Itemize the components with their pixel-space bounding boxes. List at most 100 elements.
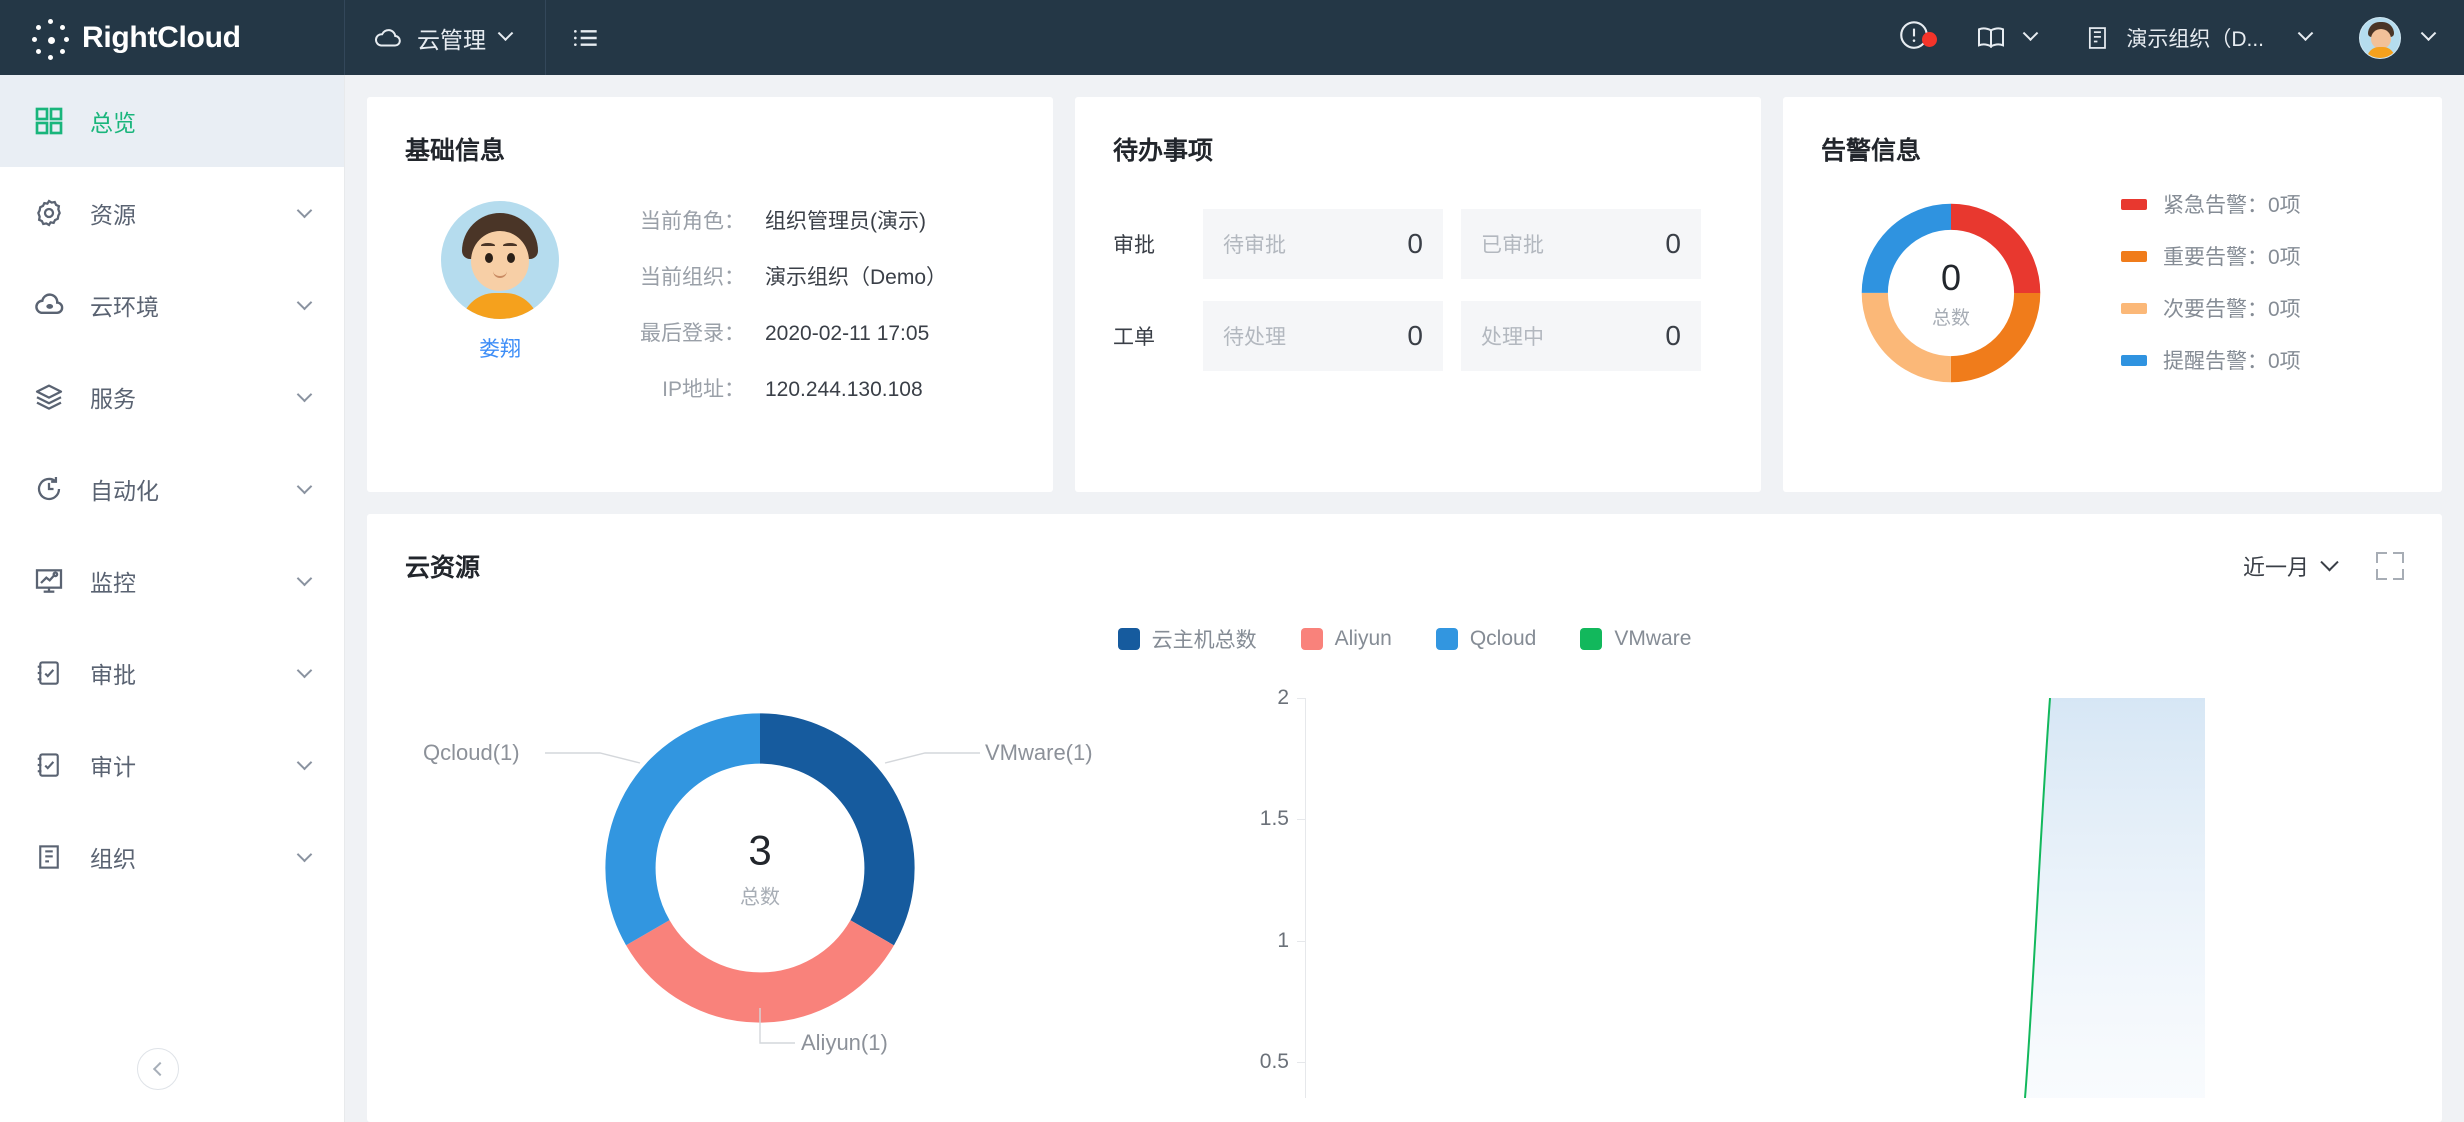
user-menu[interactable] [2335,0,2442,75]
legend-item-total-hosts[interactable]: 云主机总数 [1117,624,1257,654]
sidebar-item-monitoring[interactable]: 监控 [0,535,344,627]
chevron-down-icon [296,570,313,587]
period-selector[interactable]: 近一月 [2243,550,2339,582]
legend-item-aliyun[interactable]: Aliyun [1300,624,1392,654]
todo-box-value: 0 [1665,228,1681,259]
clock-sync-icon [30,473,68,505]
sidebar-item-approval[interactable]: 审批 [0,627,344,719]
legend-item-minor[interactable]: 次要告警：0项 [2121,293,2301,323]
todo-box-pending-process[interactable]: 待处理 0 [1203,301,1443,371]
todo-box-value: 0 [1407,228,1423,259]
legend-label: Aliyun [1334,627,1392,650]
list-menu-icon [574,29,597,46]
legend-item-urgent[interactable]: 紧急告警：0项 [2121,189,2301,219]
alerts-total-caption: 总数 [1931,307,1970,329]
sidebar-item-services[interactable]: 服务 [0,351,344,443]
organization-selector[interactable]: 演示组织（D... [2060,0,2335,75]
y-axis-tick: 2 [1277,686,1289,709]
legend-label: Qcloud [1469,627,1537,650]
info-value: 120.244.130.108 [765,378,923,401]
card-title: 云资源 [405,554,481,582]
legend-item-qcloud[interactable]: Qcloud [1435,624,1537,654]
todo-box-processing[interactable]: 处理中 0 [1461,301,1701,371]
line-series-path [2024,698,2205,1098]
card-title: 基础信息 [405,137,506,165]
alerts-card: 告警信息 0 总数 紧急告警：0项 重要告警：0项 次要告警：0项 提醒告警：0… [1783,97,2442,492]
user-name-link[interactable]: 娄翔 [479,333,521,363]
top-header: RightCloud 云管理 演示组织（D... [0,0,2464,75]
docs-button[interactable] [1951,0,2060,75]
alert-badge [1922,32,1938,47]
legend-swatch [1580,628,1603,650]
sidebar-item-organization[interactable]: 组织 [0,811,344,903]
user-avatar [441,201,559,319]
legend-swatch [2121,354,2147,366]
sidebar-item-resources[interactable]: 资源 [0,167,344,259]
fullscreen-expand-icon[interactable] [2376,552,2404,580]
cloud-resources-legend: 云主机总数 Aliyun Qcloud VMware [405,624,2404,654]
chevron-left-icon [152,1061,168,1077]
sidebar-item-label: 自动化 [90,478,159,504]
organization-label: 演示组织（D... [2126,27,2264,51]
info-row: 最后登录： 2020-02-11 17:05 [595,317,1015,347]
chevron-down-icon [296,294,313,311]
todo-box-value: 0 [1665,320,1681,351]
main-content: 基础信息 娄翔 当前角色： 组织管理员(演示) 当前组织： 演示组织（Demo）… [345,75,2464,1122]
sidebar: 总览 资源 云环境 服务 自动化 监控 审批 审计 组织 [0,75,345,1122]
cloud-management-selector[interactable]: 云管理 [345,0,545,75]
gear-icon [30,197,68,229]
chevron-down-icon [2297,25,2314,42]
pie-total-value: 3 [748,826,772,874]
todo-box-approved[interactable]: 已审批 0 [1461,209,1701,279]
building-icon [2089,26,2107,49]
legend-swatch [1117,628,1140,650]
book-icon [1978,26,2005,48]
todo-row-approval: 审批 待审批 0 已审批 0 [1113,209,1723,279]
chevron-down-icon [2023,25,2039,42]
top-cards-row: 基础信息 娄翔 当前角色： 组织管理员(演示) 当前组织： 演示组织（Demo）… [367,97,2442,492]
basic-info-card: 基础信息 娄翔 当前角色： 组织管理员(演示) 当前组织： 演示组织（Demo）… [367,97,1053,492]
legend-label: 提醒告警：0项 [2163,350,2301,373]
legend-label: 云主机总数 [1151,629,1257,652]
sidebar-item-label: 审批 [90,662,136,688]
sidebar-item-label: 组织 [90,846,136,872]
audit-icon [30,750,68,780]
info-label: 当前角色： [640,210,745,233]
alerts-total-value: 0 [1940,256,1962,298]
sidebar-item-overview[interactable]: 总览 [0,75,344,167]
sidebar-item-audit[interactable]: 审计 [0,719,344,811]
legend-item-vmware[interactable]: VMware [1580,624,1691,654]
sidebar-item-label: 云环境 [90,294,159,320]
cloud-icon [30,288,68,322]
legend-label: 次要告警：0项 [2163,298,2301,321]
cloud-icon [375,28,401,46]
sidebar-item-cloud-env[interactable]: 云环境 [0,259,344,351]
todo-row-ticket: 工单 待处理 0 处理中 0 [1113,301,1723,371]
legend-label: 紧急告警：0项 [2163,194,2301,217]
todo-box-pending-approval[interactable]: 待审批 0 [1203,209,1443,279]
sidebar-item-automation[interactable]: 自动化 [0,443,344,535]
alerts-legend: 紧急告警：0项 重要告警：0项 次要告警：0项 提醒告警：0项 [2121,189,2301,397]
chevron-down-icon [296,478,313,495]
brand-logo[interactable]: RightCloud [0,0,345,75]
card-title: 待办事项 [1113,137,1214,165]
chevron-down-icon [296,202,313,219]
legend-item-notice[interactable]: 提醒告警：0项 [2121,345,2301,375]
sidebar-collapse-button[interactable] [137,1048,179,1090]
legend-item-major[interactable]: 重要告警：0项 [2121,241,2301,271]
pie-total-caption: 总数 [740,886,780,909]
monitor-icon [30,565,68,597]
sidebar-item-label: 总览 [90,110,136,136]
menu-toggle-button[interactable] [546,0,626,75]
sidebar-item-label: 审计 [90,754,136,780]
chevron-down-icon [296,754,313,771]
info-label: IP地址： [662,378,745,401]
pie-label-qcloud: Qcloud(1) [423,740,520,765]
todo-box-key: 已审批 [1481,234,1544,257]
pie-label-vmware: VMware(1) [985,740,1093,765]
info-label: 最后登录： [640,322,745,345]
alerts-button[interactable] [1877,18,1951,57]
info-label: 当前组织： [640,266,745,289]
header-right-tools: 演示组织（D... [1877,0,2464,75]
y-axis-tick: 1 [1277,929,1289,952]
